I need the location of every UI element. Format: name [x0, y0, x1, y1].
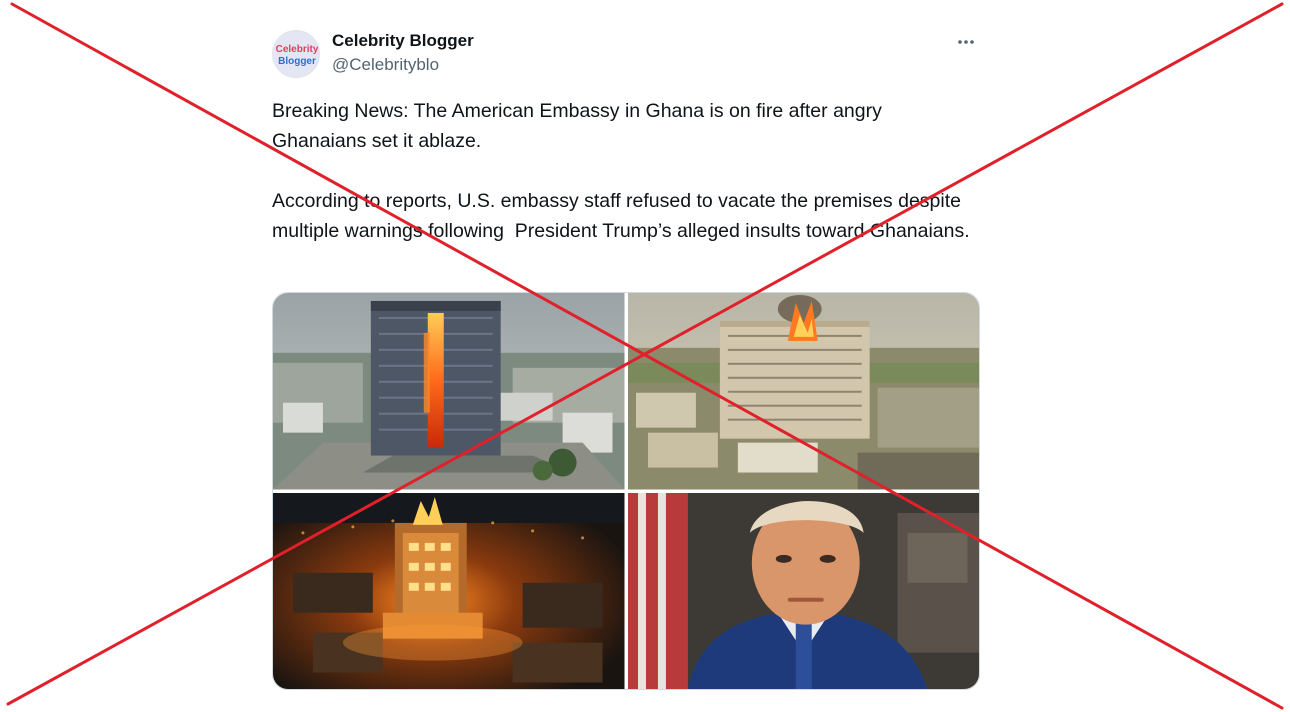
portrait-image: [627, 492, 979, 689]
media-photo-2[interactable]: [627, 293, 979, 490]
media-photo-1[interactable]: [273, 293, 625, 490]
building-fire-day-image: [273, 293, 625, 490]
media-photo-4[interactable]: [627, 492, 979, 689]
more-options-button[interactable]: [954, 30, 978, 54]
avatar-logo: Celebrity Blogger: [273, 31, 319, 77]
media-photo-3[interactable]: [273, 492, 625, 689]
avatar-text-1: Celebrity: [276, 44, 319, 55]
avatar[interactable]: Celebrity Blogger: [272, 30, 320, 78]
author-handle[interactable]: @Celebrityblo: [332, 52, 474, 78]
tweet-paragraph-2: According to reports, U.S. embassy staff…: [272, 190, 970, 242]
aerial-building-fire-image: [627, 293, 979, 490]
author-info: Celebrity Blogger @Celebrityblo: [332, 30, 474, 78]
tweet-text: Breaking News: The American Embassy in G…: [272, 96, 980, 246]
more-horizontal-icon: [958, 40, 974, 44]
avatar-text-2: Blogger: [278, 56, 316, 67]
building-fire-night-image: [273, 492, 625, 689]
tweet-paragraph-1: Breaking News: The American Embassy in G…: [272, 100, 888, 152]
media-grid: [272, 292, 980, 690]
author-name[interactable]: Celebrity Blogger: [332, 30, 474, 52]
